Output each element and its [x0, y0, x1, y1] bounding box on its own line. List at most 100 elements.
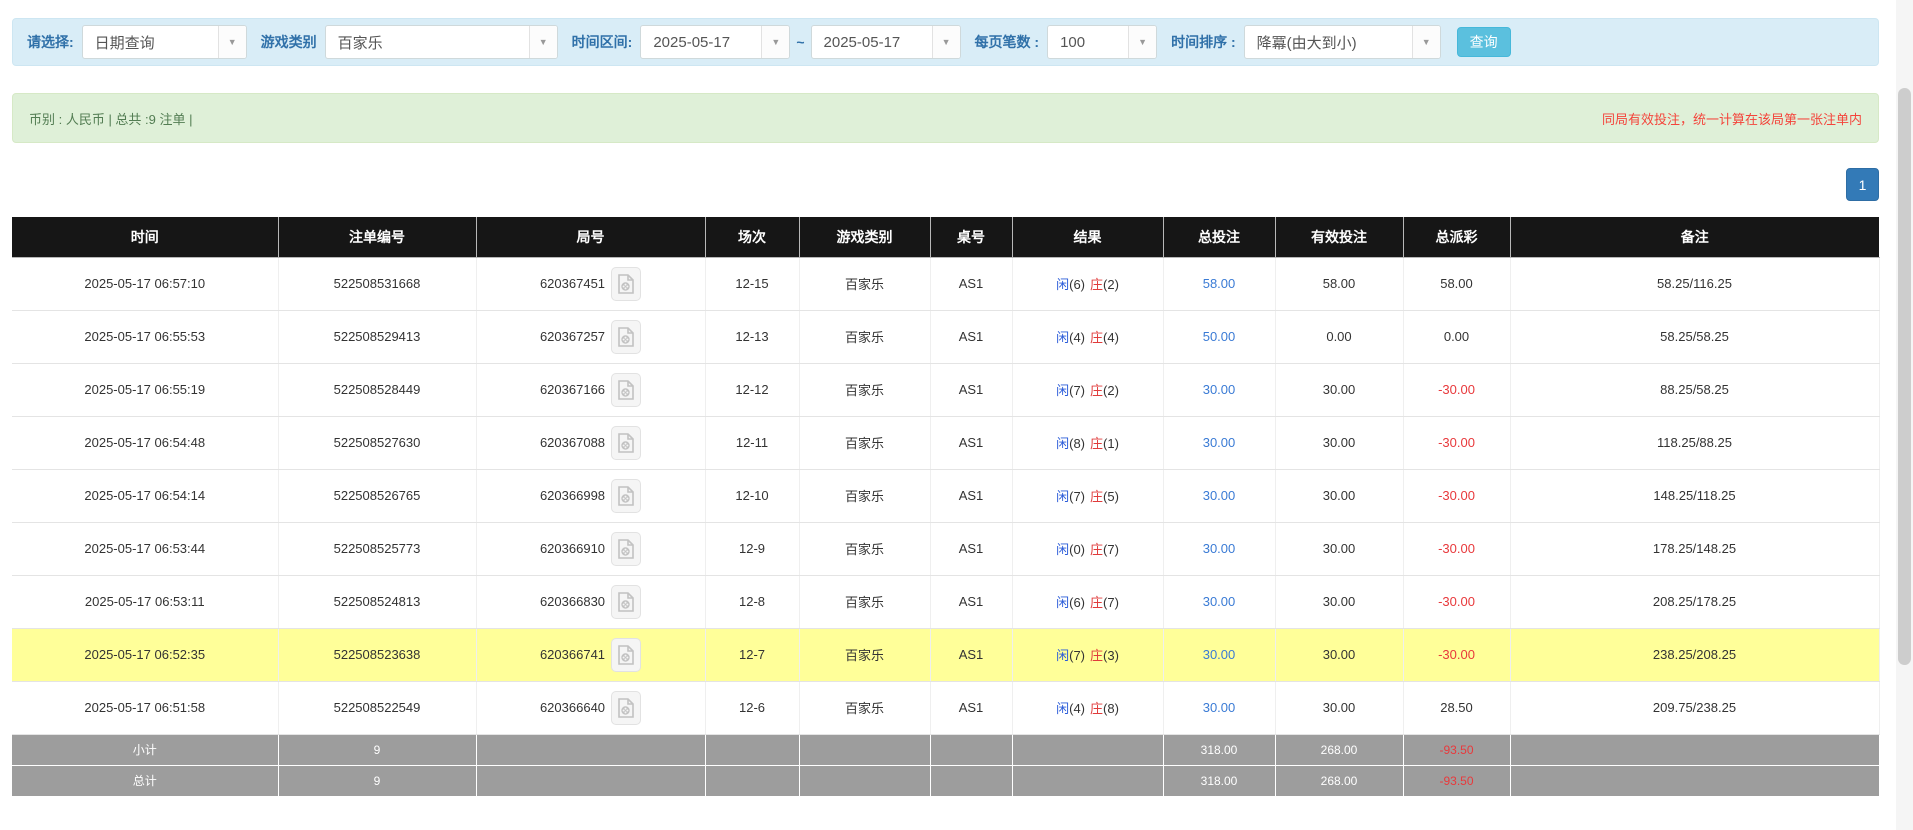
round-no-text: 620366998	[539, 488, 606, 503]
video-replay-button[interactable]	[611, 584, 642, 619]
cell-valid-bet: 0.00	[1275, 310, 1404, 364]
result-banker: 庄	[1090, 701, 1104, 716]
result-player: 闲	[1056, 383, 1070, 398]
total-bet-link[interactable]: 30.00	[1203, 435, 1236, 450]
video-replay-button[interactable]	[611, 637, 642, 672]
cell-table-no: AS1	[930, 522, 1013, 576]
total-bet-link[interactable]: 30.00	[1203, 594, 1236, 609]
header-session: 场次	[705, 217, 800, 258]
total-bet-link[interactable]: 30.00	[1203, 382, 1236, 397]
video-replay-button[interactable]	[611, 372, 642, 407]
cell-valid-bet: 30.00	[1275, 469, 1404, 523]
cell-time: 2025-05-17 06:54:48	[12, 416, 279, 470]
result-player: 闲	[1056, 436, 1070, 451]
result-player: 闲	[1056, 277, 1070, 292]
search-button[interactable]: 查询	[1456, 27, 1511, 57]
cell-table-no: AS1	[930, 257, 1013, 311]
film-icon	[618, 432, 634, 453]
game-category-select[interactable]: 百家乐 ▼	[324, 25, 558, 59]
total-count: 9	[278, 765, 477, 797]
cell-note: 58.25/116.25	[1510, 257, 1880, 311]
chevron-down-icon[interactable]: ▼	[761, 26, 790, 58]
result-banker: 庄	[1090, 383, 1104, 398]
chevron-down-icon[interactable]: ▼	[1128, 26, 1157, 58]
date-from-select[interactable]: 2025-05-17 ▼	[640, 25, 791, 59]
table-row: 2025-05-17 06:57:10 522508531668 6203674…	[12, 257, 1880, 311]
total-bet-link[interactable]: 50.00	[1203, 329, 1236, 344]
video-replay-button[interactable]	[611, 690, 642, 725]
cell-game-category: 百家乐	[799, 469, 931, 523]
subtotal-payout: -93.50	[1403, 734, 1511, 766]
result-banker-score: (2)	[1103, 277, 1119, 292]
cell-valid-bet: 30.00	[1275, 628, 1404, 682]
total-bet-link[interactable]: 30.00	[1203, 700, 1236, 715]
cell-note: 238.25/208.25	[1510, 628, 1880, 682]
video-replay-button[interactable]	[611, 425, 642, 460]
chevron-down-icon[interactable]: ▼	[528, 26, 557, 58]
query-type-select[interactable]: 日期查询 ▼	[81, 25, 247, 59]
cell-total-bet: 30.00	[1163, 363, 1276, 417]
cell-result: 闲(6) 庄(7)	[1012, 575, 1164, 629]
cell-bet-no: 522508524813	[278, 575, 477, 629]
video-replay-button[interactable]	[611, 478, 642, 513]
header-bet-no: 注单编号	[278, 217, 477, 258]
cell-table-no: AS1	[930, 628, 1013, 682]
cell-result: 闲(6) 庄(2)	[1012, 257, 1164, 311]
query-type-label: 请选择:	[27, 34, 74, 50]
cell-total-bet: 30.00	[1163, 575, 1276, 629]
subtotal-label: 小计	[12, 734, 279, 766]
cell-total-bet: 30.00	[1163, 469, 1276, 523]
cell-bet-no: 522508526765	[278, 469, 477, 523]
page-1-button[interactable]: 1	[1846, 168, 1879, 201]
date-to-select[interactable]: 2025-05-17 ▼	[810, 25, 961, 59]
video-replay-button[interactable]	[611, 531, 642, 566]
cell-session: 12-10	[705, 469, 800, 523]
subtotal-total-bet: 318.00	[1163, 734, 1276, 766]
cell-round-no: 620367257	[476, 310, 706, 364]
cell-game-category: 百家乐	[799, 416, 931, 470]
table-row: 2025-05-17 06:55:19 522508528449 6203671…	[12, 363, 1880, 417]
total-bet-link[interactable]: 30.00	[1203, 488, 1236, 503]
film-icon	[618, 697, 634, 718]
video-replay-button[interactable]	[611, 266, 642, 301]
cell-payout: 58.00	[1403, 257, 1511, 311]
cell-time: 2025-05-17 06:55:19	[12, 363, 279, 417]
chevron-down-icon[interactable]: ▼	[1411, 26, 1440, 58]
cell-round-no: 620367451	[476, 257, 706, 311]
total-bet-link[interactable]: 58.00	[1203, 276, 1236, 291]
cell-result: 闲(4) 庄(4)	[1012, 310, 1164, 364]
page-size-value: 100	[1060, 33, 1086, 51]
total-total-bet: 318.00	[1163, 765, 1276, 797]
total-valid-bet: 268.00	[1275, 765, 1404, 797]
scrollbar-track[interactable]	[1896, 0, 1913, 830]
total-note	[1510, 765, 1879, 797]
cell-session: 12-9	[705, 522, 800, 576]
cell-valid-bet: 30.00	[1275, 416, 1404, 470]
cell-payout: -30.00	[1403, 628, 1511, 682]
table-row: 2025-05-17 06:54:14 522508526765 6203669…	[12, 469, 1880, 523]
table-header-row: 时间 注单编号 局号 场次 游戏类别 桌号 结果 总投注 有效投注 总派彩 备注	[12, 217, 1879, 258]
total-label: 总计	[12, 765, 279, 797]
cell-note: 148.25/118.25	[1510, 469, 1880, 523]
query-type-value: 日期查询	[94, 34, 155, 52]
cell-bet-no: 522508528449	[278, 363, 477, 417]
page-size-select[interactable]: 100 ▼	[1047, 25, 1158, 59]
time-sort-select[interactable]: 降冪(由大到小) ▼	[1243, 25, 1441, 59]
chevron-down-icon[interactable]: ▼	[931, 26, 960, 58]
total-bet-link[interactable]: 30.00	[1203, 541, 1236, 556]
cell-note: 209.75/238.25	[1510, 681, 1880, 735]
cell-result: 闲(8) 庄(1)	[1012, 416, 1164, 470]
scrollbar-thumb[interactable]	[1898, 88, 1911, 665]
cell-note: 58.25/58.25	[1510, 310, 1880, 364]
cell-session: 12-8	[705, 575, 800, 629]
chevron-down-icon[interactable]: ▼	[217, 26, 246, 58]
cell-round-no: 620367166	[476, 363, 706, 417]
cell-payout: -30.00	[1403, 469, 1511, 523]
cell-result: 闲(0) 庄(7)	[1012, 522, 1164, 576]
video-replay-button[interactable]	[611, 319, 642, 354]
table-row: 2025-05-17 06:53:44 522508525773 6203669…	[12, 522, 1880, 576]
total-bet-link[interactable]: 30.00	[1203, 647, 1236, 662]
cell-table-no: AS1	[930, 363, 1013, 417]
film-icon	[618, 538, 634, 559]
cell-time: 2025-05-17 06:57:10	[12, 257, 279, 311]
